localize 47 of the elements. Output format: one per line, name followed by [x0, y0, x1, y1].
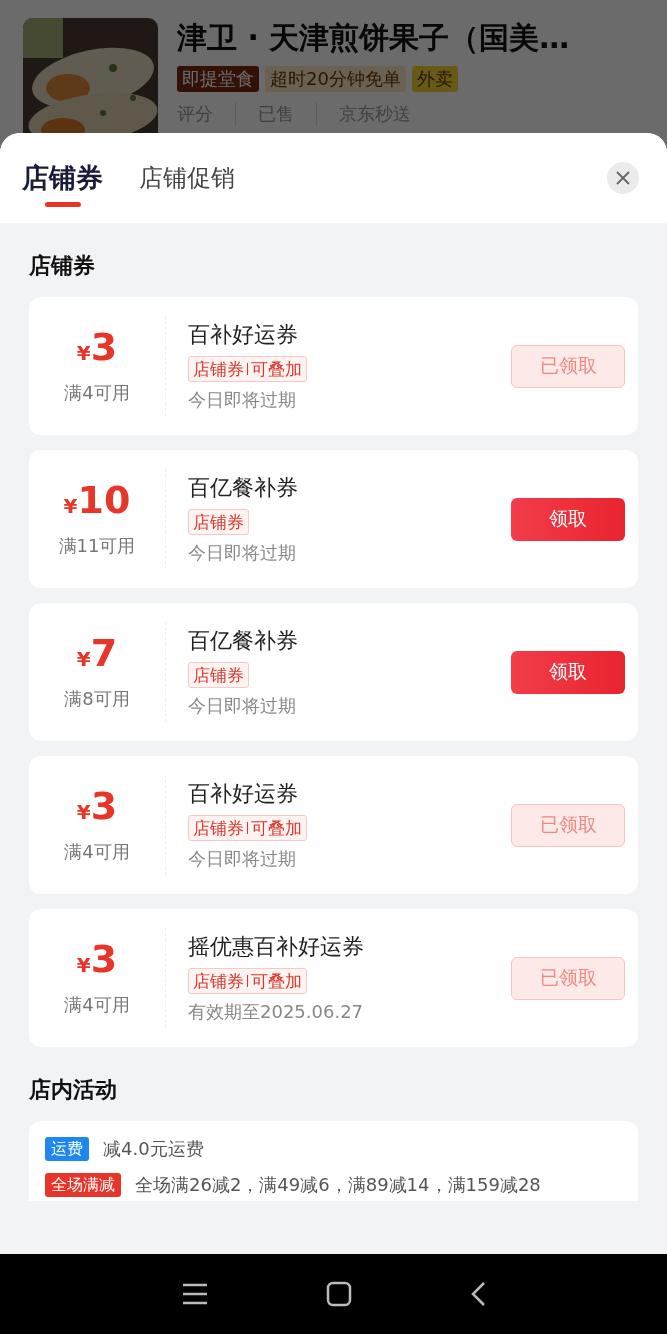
store-tag: 即提堂食	[177, 66, 259, 92]
activity-badge: 运费	[45, 1137, 89, 1161]
activity-text: 全场满26减2，满49减6，满89减14，满159减28	[135, 1173, 541, 1197]
claim-button[interactable]: 领取	[511, 650, 625, 694]
coupon-expiry: 今日即将过期	[188, 541, 297, 565]
menu-icon[interactable]	[181, 1283, 208, 1305]
coupon-condition: 满8可用	[64, 687, 130, 711]
back-icon[interactable]	[469, 1281, 486, 1307]
coupon-tag: 店铺券	[188, 509, 249, 535]
coupon-expiry: 有效期至2025.06.27	[188, 1000, 365, 1024]
coupon-expiry: 今日即将过期	[188, 694, 297, 718]
store-tag: 外卖	[411, 66, 458, 92]
activity-text: 减4.0元运费	[103, 1137, 204, 1161]
coupon-amount: ¥10	[63, 480, 131, 520]
coupon-tag: 店铺券 可叠加	[188, 968, 307, 994]
coupon-title: 百补好运券	[188, 780, 299, 808]
coupon-condition: 满4可用	[64, 381, 130, 405]
activity-badge: 全场满减	[45, 1173, 121, 1197]
claim-button[interactable]: 已领取	[511, 344, 625, 388]
claim-button[interactable]: 已领取	[511, 803, 625, 847]
home-icon[interactable]	[325, 1281, 352, 1307]
claim-button[interactable]: 领取	[511, 497, 625, 541]
close-button[interactable]	[607, 162, 639, 194]
coupon-condition: 满11可用	[58, 534, 136, 558]
tab[interactable]: 店铺促销	[139, 161, 235, 195]
tab[interactable]: 店铺券	[22, 161, 103, 207]
coupon-title: 百补好运券	[188, 321, 299, 349]
coupon-tag: 店铺券	[188, 662, 249, 688]
coupon-amount: ¥7	[76, 633, 118, 673]
coupon-title: 百亿餐补券	[188, 627, 299, 655]
coupon-title: 摇优惠百补好运券	[188, 933, 365, 961]
store-tag: 超时20分钟免单	[265, 66, 406, 92]
coupon-expiry: 今日即将过期	[188, 388, 297, 412]
coupon-condition: 满4可用	[64, 993, 130, 1017]
claim-button[interactable]: 已领取	[511, 956, 625, 1000]
close-icon	[615, 170, 631, 186]
coupon-tag: 店铺券 可叠加	[188, 356, 307, 382]
store-name: 津卫 · 天津煎饼果子（国美…	[177, 19, 570, 57]
section-title: 店铺券	[29, 252, 96, 280]
coupon-amount: ¥3	[76, 786, 118, 826]
section-title: 店内活动	[29, 1076, 118, 1104]
coupon-tag: 店铺券 可叠加	[188, 815, 307, 841]
coupon-amount: ¥3	[76, 939, 118, 979]
coupon-amount: ¥3	[76, 327, 118, 367]
coupon-condition: 满4可用	[64, 840, 130, 864]
coupon-expiry: 今日即将过期	[188, 847, 297, 871]
coupon-title: 百亿餐补券	[188, 474, 299, 502]
